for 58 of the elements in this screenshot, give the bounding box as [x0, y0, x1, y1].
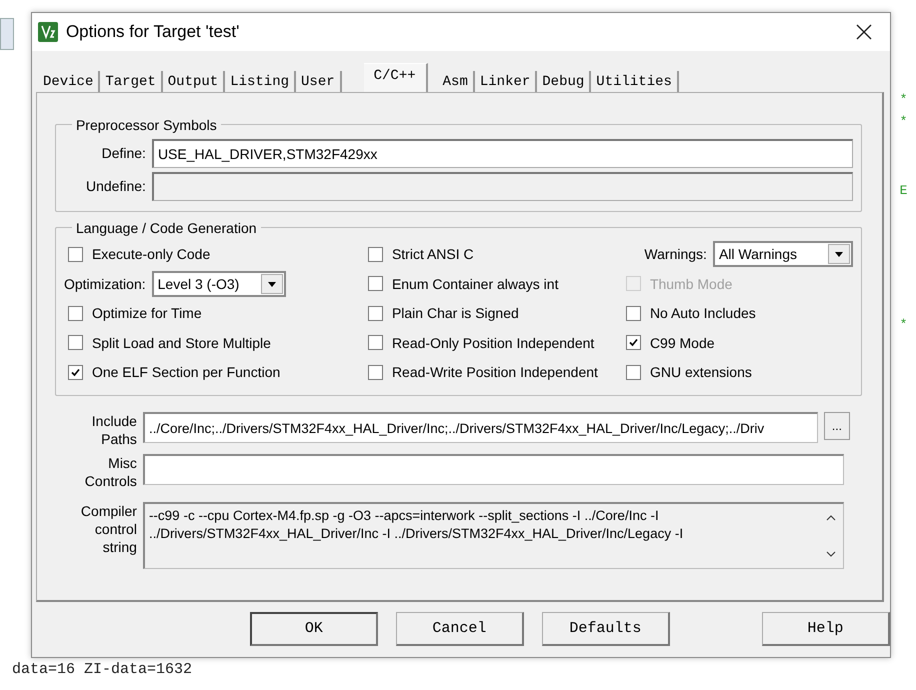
text-area[interactable]: --c99 -c --cpu Cortex-M4.fp.sp -g -O3 --apcs=interwork --split_sections -I ../Core/Inc -I ../Drivers/STM32F4xx_HAL_Driver/Inc -I ../Drivers/STM32F4xx_HAL_Driver/Inc/Legacy -I: [142, 502, 844, 570]
checkbox[interactable]: [68, 364, 83, 380]
input-field[interactable]: ../Core/Inc;../Drivers/STM32F4xx_HAL_Driver/Inc;../Drivers/STM32F4xx_HAL_Driver/Inc/Legacy;../Driv: [142, 412, 818, 444]
dialog-button[interactable]: OK: [250, 612, 378, 646]
group-title: Language / Code Generation: [74, 220, 258, 236]
window-title: Options for Target 'test': [66, 22, 240, 42]
checkbox[interactable]: [368, 306, 383, 321]
checkmark-icon: [628, 338, 638, 348]
checkbox[interactable]: [368, 276, 383, 292]
dropdown[interactable]: All Warnings: [712, 241, 853, 268]
dropdown[interactable]: Level 3 (-O3): [152, 270, 286, 297]
input-field[interactable]: USE_HAL_DRIVER,STM32F429xx: [152, 138, 853, 168]
checkbox-label: Read-Only Position Independent: [392, 334, 594, 351]
checkbox[interactable]: [68, 306, 83, 321]
checkbox-label: Read-Write Position Independent: [392, 364, 598, 380]
checkbox-label: Split Load and Store Multiple: [92, 334, 271, 351]
group-title: Preprocessor Symbols: [74, 116, 218, 133]
checkbox-label: Enum Container always int: [392, 276, 558, 292]
app-logo-icon: [38, 22, 58, 42]
field-label: Misc Controls: [84, 454, 137, 490]
checkbox[interactable]: [626, 335, 641, 350]
checkbox-label: Optimize for Time: [92, 305, 202, 322]
checkmark-icon: [70, 368, 80, 377]
checkbox-label: No Auto Includes: [650, 305, 756, 322]
field-label: Compiler control string: [80, 502, 137, 556]
select-label: Warnings:: [644, 246, 707, 262]
dialog-button[interactable]: Cancel: [396, 612, 524, 646]
dialog-button[interactable]: Defaults: [542, 612, 670, 646]
field-label: Define:: [100, 145, 147, 162]
field-label: Undefine:: [85, 178, 147, 194]
code-marker: *: [900, 317, 908, 334]
close-icon[interactable]: [856, 24, 872, 40]
checkbox[interactable]: [368, 246, 383, 262]
checkbox[interactable]: [68, 246, 83, 262]
checkbox[interactable]: [368, 335, 383, 350]
checkbox[interactable]: [626, 306, 641, 321]
output-text: data=16 ZI-data=1632: [12, 662, 194, 674]
scroll-down-icon[interactable]: [824, 549, 837, 560]
input-field[interactable]: [142, 454, 844, 486]
code-marker: E: [900, 183, 908, 200]
checkbox[interactable]: [68, 335, 83, 350]
background-window-edge: [0, 18, 14, 50]
checkbox-label: GNU extensions: [650, 364, 752, 380]
select-label: Optimization:: [64, 276, 146, 292]
tab[interactable]: C/C++: [364, 62, 428, 92]
code-marker: *: [900, 92, 908, 109]
dialog-button[interactable]: Help: [762, 612, 890, 646]
checkbox-label: Thumb Mode: [650, 276, 732, 292]
checkbox-label: Strict ANSI C: [392, 246, 474, 262]
checkbox-label: Plain Char is Signed: [392, 305, 519, 322]
checkbox-label: One ELF Section per Function: [92, 364, 280, 380]
browse-button[interactable]: ...: [824, 412, 850, 440]
checkbox[interactable]: [368, 364, 383, 380]
checkbox-label: C99 Mode: [650, 334, 715, 351]
checkbox-label: Execute-only Code: [92, 246, 210, 262]
checkbox[interactable]: [626, 364, 641, 380]
field-label: Include Paths: [90, 412, 137, 448]
code-marker: *: [900, 114, 908, 131]
